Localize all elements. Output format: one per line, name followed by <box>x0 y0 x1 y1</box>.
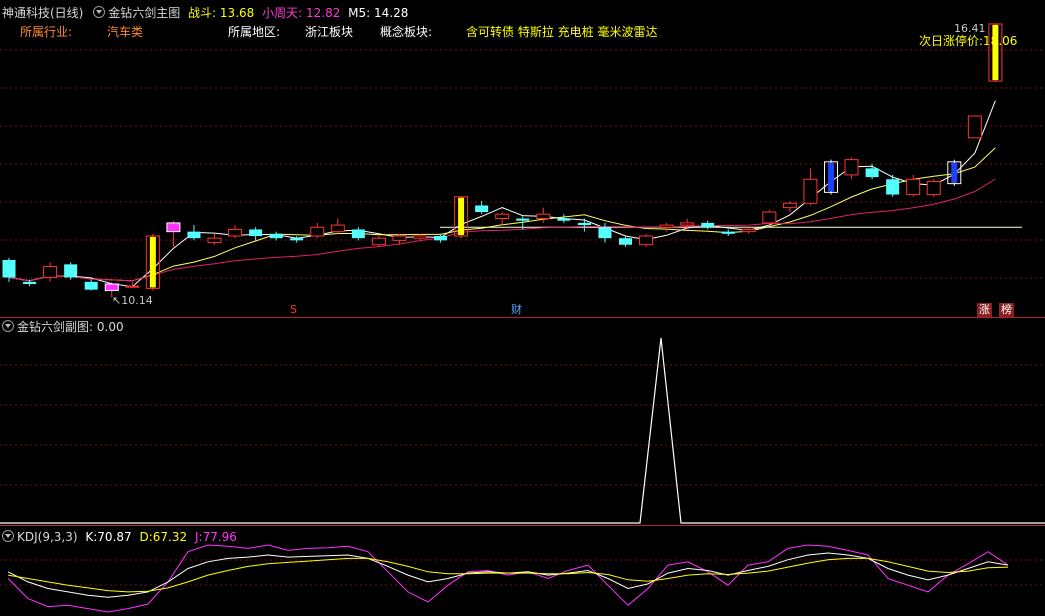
candle-body <box>721 231 735 234</box>
ma-slow-line <box>8 178 996 282</box>
candle-body <box>803 178 818 204</box>
kdj-k-label: K: <box>85 530 98 544</box>
candle-body <box>371 237 386 246</box>
candle-body <box>290 238 304 241</box>
candle-body <box>865 168 879 178</box>
arrow-left-icon: ↖ <box>112 294 122 307</box>
candle-body <box>207 237 222 244</box>
finance-marker[interactable]: 财 <box>509 303 524 317</box>
candle-body <box>926 180 941 196</box>
candle-body <box>104 283 119 292</box>
dropdown-circle-icon[interactable] <box>2 530 14 542</box>
kdj-header: KDJ(9,3,3) K:70.87 D:67.32 J:77.96 <box>2 530 237 544</box>
candle-body <box>701 222 715 228</box>
candle-body <box>659 224 674 228</box>
candle-body <box>844 159 859 176</box>
candle-body <box>434 236 448 241</box>
divider-sub[interactable] <box>0 525 1045 526</box>
sub-panel-header: 金钻六剑副图: 0.00 <box>2 320 124 334</box>
sell-marker: S <box>290 303 297 316</box>
candle-body <box>84 281 98 290</box>
kdj-j-label: J: <box>194 530 203 544</box>
candle-body <box>557 218 571 221</box>
candle-body <box>475 205 489 212</box>
candle-body <box>782 202 797 209</box>
candle-body <box>495 213 510 220</box>
kdj-k-value: 70.87 <box>97 530 132 544</box>
candle-body <box>680 222 695 226</box>
kdj-d-label: D: <box>139 530 153 544</box>
candle-body <box>536 213 551 220</box>
candle-body <box>149 237 156 288</box>
candle-body <box>639 235 654 246</box>
low-price-marker: ↖10.14 <box>112 294 153 307</box>
candle-body <box>951 162 958 183</box>
candle-body <box>828 162 834 192</box>
candle-body <box>23 281 37 284</box>
ranking-marker[interactable]: 榜 <box>999 303 1014 317</box>
candle-body <box>516 218 530 221</box>
kdj-d-value: 67.32 <box>152 530 188 544</box>
sub-indicator-value: : 0.00 <box>89 320 124 334</box>
candle-body <box>577 222 591 226</box>
limit-up-marker[interactable]: 涨 <box>977 303 992 317</box>
candle-body <box>166 222 181 233</box>
dropdown-circle-icon[interactable] <box>2 320 14 332</box>
candle-body <box>413 235 427 239</box>
candle-body <box>458 197 465 235</box>
candle-body <box>228 228 243 237</box>
candle-body <box>125 285 140 288</box>
candle-body <box>330 224 345 233</box>
candle-body <box>64 264 78 278</box>
candle-body <box>351 229 365 239</box>
candle-body <box>598 227 612 239</box>
candle-body <box>992 24 999 81</box>
kdj-title[interactable]: KDJ(9,3,3) <box>17 530 78 544</box>
candle-body <box>619 238 632 245</box>
divider-main[interactable] <box>0 317 1045 318</box>
sub-indicator-name[interactable]: 金钻六剑副图 <box>17 320 89 334</box>
candle-body <box>2 260 16 278</box>
ma-fast-line <box>8 100 996 288</box>
candle-body <box>392 235 407 241</box>
candle-body <box>906 178 921 196</box>
candle-body <box>249 229 263 236</box>
candle-body <box>886 179 900 195</box>
kdj-j-line <box>7 544 1009 613</box>
candle-body <box>310 226 325 237</box>
spike-signal-line <box>0 337 1045 524</box>
candle-body <box>43 266 58 278</box>
candle-body <box>741 228 756 233</box>
kdj-j-value: 77.96 <box>202 530 237 544</box>
candle-body <box>187 231 201 239</box>
candle-body <box>269 233 283 239</box>
candle-body <box>967 115 982 139</box>
candle-body <box>762 211 777 224</box>
